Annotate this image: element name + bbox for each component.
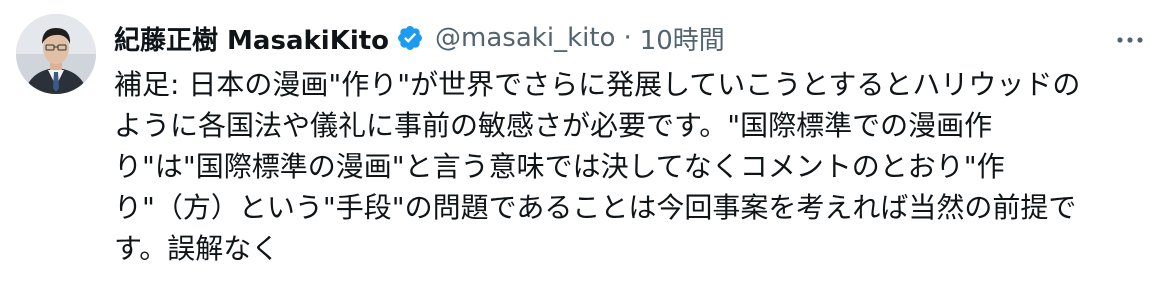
tweet-text-line: ように各国法や儀礼に事前の敏感さが必要です。"国際標準での漫画作 — [114, 109, 993, 142]
tweet-text-line: り"（方）という"手段"の問題であることは今回事案を考えれば当然の前提で — [114, 191, 1077, 224]
display-name[interactable]: 紀藤正樹 MasakiKito — [114, 20, 389, 57]
tweet-text-line: 補足: 日本の漫画"作り"が世界でさらに発展していこうとするとハリウッドの — [114, 68, 1081, 101]
avatar-photo — [16, 14, 96, 94]
tweet: 紀藤正樹 MasakiKito @masaki_kito · 10時間 補足: … — [0, 0, 1172, 292]
tweet-text-line: り"は"国際標準の漫画"と言う意味では決してなくコメントのとおり"作 — [114, 150, 1005, 183]
avatar[interactable] — [16, 14, 96, 94]
timestamp[interactable]: 10時間 — [640, 20, 725, 57]
tweet-text-line: す。誤解なく — [114, 232, 280, 265]
user-handle[interactable]: @masaki_kito — [435, 23, 615, 53]
separator-dot: · — [623, 23, 632, 53]
more-options-icon[interactable] — [1110, 24, 1150, 56]
tweet-text: 補足: 日本の漫画"作り"が世界でさらに発展していこうとするとハリウッドの よう… — [114, 64, 1154, 269]
tweet-header: 紀藤正樹 MasakiKito @masaki_kito · 10時間 — [114, 18, 725, 58]
verified-badge-icon — [395, 23, 425, 53]
